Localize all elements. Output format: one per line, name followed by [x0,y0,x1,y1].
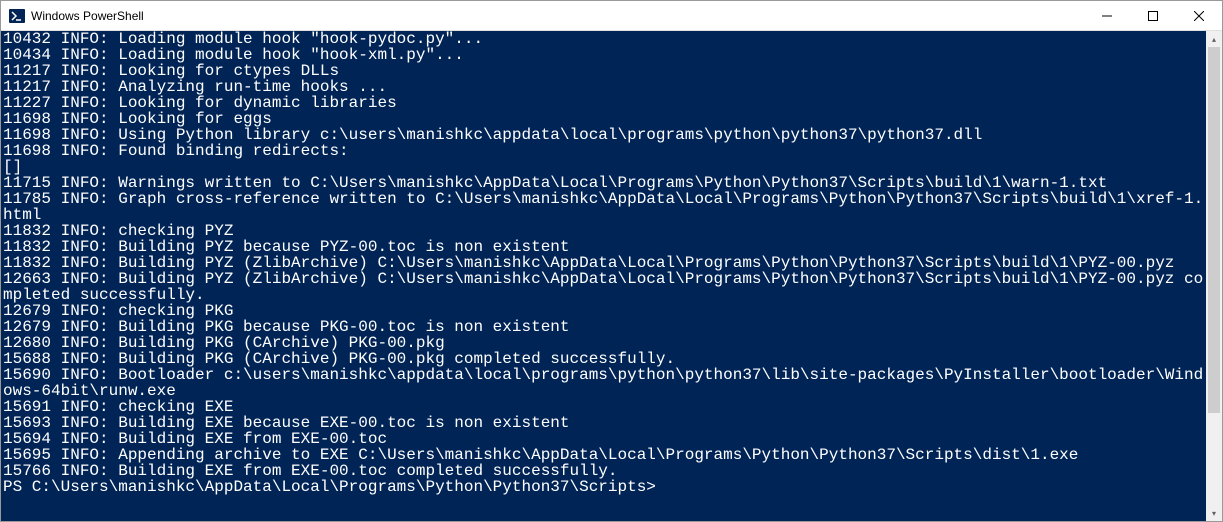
minimize-button[interactable] [1084,1,1130,30]
prompt: PS C:\Users\manishkc\AppData\Local\Progr… [3,478,666,496]
window-titlebar: Windows PowerShell [1,1,1222,31]
maximize-button[interactable] [1130,1,1176,30]
scroll-thumb[interactable] [1208,47,1220,413]
terminal-area[interactable]: 10432 INFO: Loading module hook "hook-py… [1,31,1222,521]
powershell-icon [9,8,25,24]
window-title: Windows PowerShell [31,9,1084,23]
window-controls [1084,1,1222,30]
vertical-scrollbar[interactable]: ▴ ▾ [1206,31,1222,521]
scroll-up-arrow[interactable]: ▴ [1206,31,1222,47]
scroll-track[interactable] [1206,47,1222,505]
scroll-down-arrow[interactable]: ▾ [1206,505,1222,521]
terminal-output: 10432 INFO: Loading module hook "hook-py… [1,31,1206,495]
close-button[interactable] [1176,1,1222,30]
